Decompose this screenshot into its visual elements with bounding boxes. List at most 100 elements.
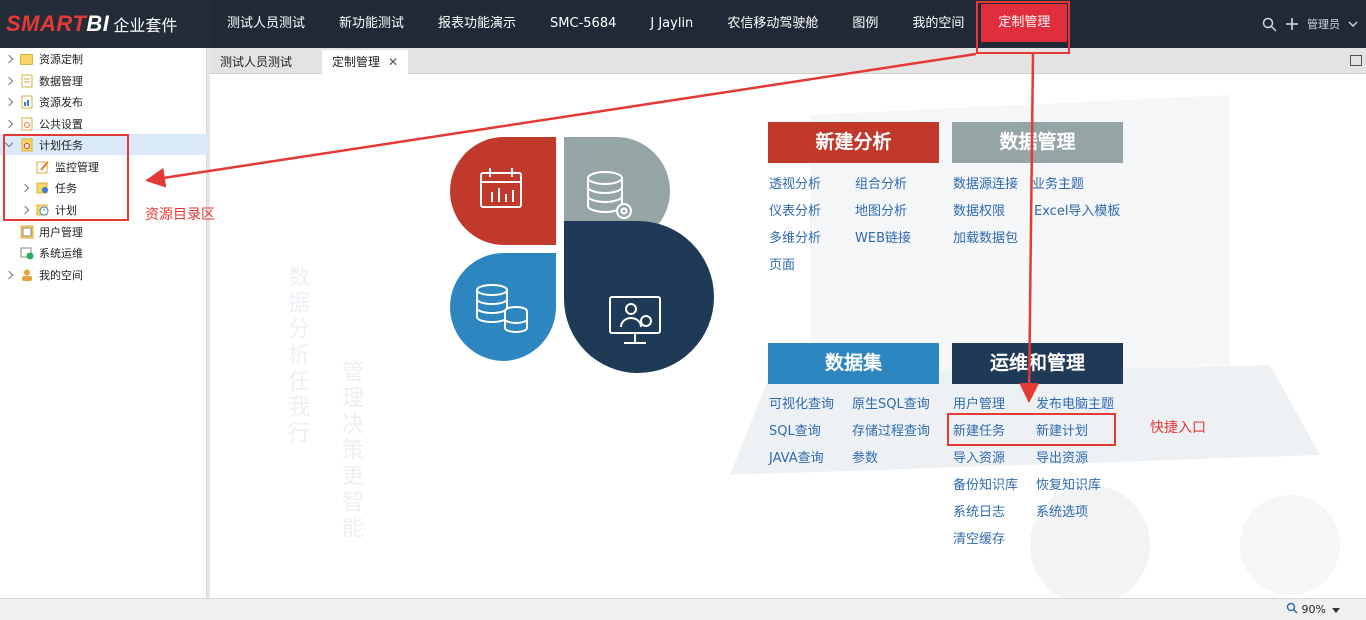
link-visual-query[interactable]: 可视化查询 <box>769 393 834 412</box>
tree-item-resource-publish[interactable]: 资源发布 <box>4 91 204 112</box>
search-icon[interactable] <box>1262 17 1277 32</box>
folder-icon <box>20 52 34 66</box>
tree-item-label: 系统运维 <box>39 246 83 260</box>
card-data-management-header[interactable]: 数据管理 <box>952 122 1123 163</box>
brand-suffix: 企业套件 <box>113 16 178 35</box>
tab-bar: 测试人员测试 定制管理 ✕ <box>210 48 1366 74</box>
brand-wordmark: SMARTBI <box>6 11 110 36</box>
link-system-options[interactable]: 系统选项 <box>1036 501 1088 520</box>
link-business-theme[interactable]: 业务主题 <box>1032 173 1084 192</box>
card-dataset-header[interactable]: 数据集 <box>768 343 939 384</box>
card-new-analysis-header[interactable]: 新建分析 <box>768 122 939 163</box>
annotation-box-custom-management <box>976 1 1070 54</box>
app-window: SMARTBI 企业套件 测试人员测试 新功能测试 报表功能演示 SMC-568… <box>0 0 1366 620</box>
tab-label: 定制管理 <box>332 55 381 69</box>
chevron-right-icon[interactable] <box>4 119 14 129</box>
link-import-resources[interactable]: 导入资源 <box>953 447 1005 466</box>
link-map-analysis[interactable]: 地图分析 <box>855 200 907 219</box>
link-export-resources[interactable]: 导出资源 <box>1036 447 1088 466</box>
data-icon <box>20 74 34 88</box>
card-ops-header[interactable]: 运维和管理 <box>952 343 1123 384</box>
publish-icon <box>20 95 34 109</box>
zoom-value: 90% <box>1301 603 1326 616</box>
nav-item-cockpit[interactable]: 农信移动驾驶舱 <box>710 0 835 48</box>
main-content: 数据分析任我行 管理决策更智能 新建分析 透视分析 组合分析 仪表分析 地图分析… <box>210 75 1366 598</box>
link-load-data-package[interactable]: 加载数据包 <box>953 227 1018 246</box>
link-parameters[interactable]: 参数 <box>852 447 878 466</box>
system-icon <box>20 246 34 260</box>
annotation-label-resource-area: 资源目录区 <box>145 207 215 223</box>
tab-label: 测试人员测试 <box>220 55 293 69</box>
annotation-label-quick-entry: 快捷入口 <box>1150 420 1206 436</box>
link-datasource-connection[interactable]: 数据源连接 <box>953 173 1018 192</box>
nav-item-new-feature-test[interactable]: 新功能测试 <box>322 0 421 48</box>
link-sql-query[interactable]: SQL查询 <box>769 420 821 439</box>
annotation-box-quick-entry <box>947 413 1116 446</box>
tree-item-label: 公共设置 <box>39 117 83 131</box>
tree-item-public-settings[interactable]: 公共设置 <box>4 113 204 134</box>
nav-item-report-demo[interactable]: 报表功能演示 <box>421 0 533 48</box>
zoom-control[interactable]: 90% <box>1286 602 1326 617</box>
link-user-management[interactable]: 用户管理 <box>953 393 1005 412</box>
annotation-box-resource-area <box>3 134 129 221</box>
link-multidim-analysis[interactable]: 多维分析 <box>769 227 821 246</box>
link-web-link[interactable]: WEB链接 <box>855 227 911 246</box>
top-nav-menu: 测试人员测试 新功能测试 报表功能演示 SMC-5684 J Jaylin 农信… <box>210 0 1068 48</box>
tree-item-label: 数据管理 <box>39 74 83 88</box>
link-stored-procedure-query[interactable]: 存储过程查询 <box>852 420 930 439</box>
tree-item-label: 我的空间 <box>39 268 83 282</box>
nav-item-legend[interactable]: 图例 <box>835 0 895 48</box>
tree-item-data-management[interactable]: 数据管理 <box>4 70 204 91</box>
link-native-sql-query[interactable]: 原生SQL查询 <box>852 393 930 412</box>
link-pivot-analysis[interactable]: 透视分析 <box>769 173 821 192</box>
tree-item-label: 用户管理 <box>39 225 83 239</box>
tree-item-resource-custom[interactable]: 资源定制 <box>4 48 204 69</box>
tree-item-system-ops[interactable]: 系统运维 <box>4 242 204 263</box>
background-slogan-2: 管理决策更智能 <box>338 360 363 542</box>
petal-new-analysis <box>450 137 556 245</box>
chevron-right-icon[interactable] <box>4 54 14 64</box>
close-icon[interactable]: ✕ <box>388 55 398 69</box>
maximize-icon[interactable] <box>1350 55 1362 66</box>
petal-dataset <box>450 253 556 361</box>
tab-tester-test[interactable]: 测试人员测试 <box>210 50 302 74</box>
nav-item-my-space[interactable]: 我的空间 <box>895 0 981 48</box>
user-manage-icon <box>20 225 34 239</box>
person-icon <box>20 268 34 282</box>
tree-item-label: 资源定制 <box>39 52 83 66</box>
link-data-permission[interactable]: 数据权限 <box>953 200 1005 219</box>
chevron-right-icon[interactable] <box>4 270 14 280</box>
chevron-right-icon[interactable] <box>4 97 14 107</box>
link-excel-import-template[interactable]: Excel导入模板 <box>1034 200 1120 219</box>
link-system-log[interactable]: 系统日志 <box>953 501 1005 520</box>
link-backup-repository[interactable]: 备份知识库 <box>953 474 1018 493</box>
link-publish-pc-theme[interactable]: 发布电脑主题 <box>1036 393 1114 412</box>
settings-icon <box>20 117 34 131</box>
tree-item-label: 资源发布 <box>39 95 83 109</box>
tree-item-user-management[interactable]: 用户管理 <box>4 221 204 242</box>
zoom-icon <box>1286 602 1298 617</box>
tab-custom-management[interactable]: 定制管理 ✕ <box>322 50 409 74</box>
nav-item-smc[interactable]: SMC-5684 <box>533 0 633 48</box>
user-menu-label[interactable]: 管理员 <box>1307 16 1340 32</box>
link-clear-cache[interactable]: 清空缓存 <box>953 528 1005 547</box>
brand-logo: SMARTBI 企业套件 <box>0 0 210 48</box>
link-combined-analysis[interactable]: 组合分析 <box>855 173 907 192</box>
background-slogan-1: 数据分析任我行 <box>284 265 309 447</box>
nav-item-tester-test[interactable]: 测试人员测试 <box>210 0 322 48</box>
resource-tree-sidebar: 资源定制 数据管理 资源发布 公共设置 计划任务 监控管理 任务 计划 用户管理… <box>0 48 207 598</box>
chevron-right-icon[interactable] <box>4 76 14 86</box>
top-nav-bar: SMARTBI 企业套件 测试人员测试 新功能测试 报表功能演示 SMC-568… <box>0 0 1366 48</box>
link-page[interactable]: 页面 <box>769 254 795 273</box>
link-dashboard-analysis[interactable]: 仪表分析 <box>769 200 821 219</box>
link-java-query[interactable]: JAVA查询 <box>769 447 824 466</box>
nav-item-jaylin[interactable]: J Jaylin <box>633 0 710 48</box>
link-restore-repository[interactable]: 恢复知识库 <box>1036 474 1101 493</box>
top-right-tools: 管理员 <box>1262 0 1358 48</box>
status-bar: 90% <box>0 598 1366 620</box>
chevron-down-icon[interactable] <box>1332 608 1340 613</box>
chevron-down-icon[interactable] <box>1348 20 1358 28</box>
plus-icon[interactable] <box>1285 17 1299 31</box>
quick-entry-graphic <box>450 137 714 373</box>
tree-item-my-space[interactable]: 我的空间 <box>4 264 204 285</box>
